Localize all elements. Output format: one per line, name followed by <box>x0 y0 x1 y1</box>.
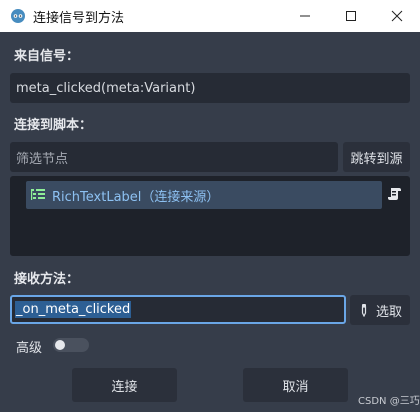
connect-button[interactable]: 连接 <box>72 368 177 402</box>
signal-label: 来自信号： <box>14 49 80 64</box>
script-label: 连接到脚本： <box>14 118 93 133</box>
jump-to-source-button[interactable]: 跳转到源 <box>343 142 410 172</box>
tree-item-label: RichTextLabel（连接来源） <box>52 190 220 205</box>
signal-field: meta_clicked(meta:Variant) <box>10 73 410 103</box>
advanced-toggle[interactable] <box>53 338 89 352</box>
maximize-button[interactable] <box>328 0 374 32</box>
watermark: CSDN @三巧 <box>358 396 420 407</box>
godot-app-icon <box>11 9 25 23</box>
title-bar: 连接信号到方法 <box>0 0 420 32</box>
receiver-method-input[interactable]: _on_meta_clicked <box>10 295 346 324</box>
pick-method-button[interactable]: 选取 <box>350 295 410 325</box>
maximize-icon <box>346 11 356 21</box>
window-title: 连接信号到方法 <box>33 11 125 26</box>
receiver-method-value: _on_meta_clicked <box>15 301 132 318</box>
node-tree[interactable]: RichTextLabel（连接来源） <box>10 176 410 256</box>
script-icon[interactable] <box>388 187 402 201</box>
tree-item-richtextlabel[interactable]: RichTextLabel（连接来源） <box>26 181 382 209</box>
cancel-button[interactable]: 取消 <box>243 368 348 402</box>
filter-nodes-placeholder: 筛选节点 <box>16 151 69 167</box>
close-button[interactable] <box>374 0 420 32</box>
richtextlabel-node-icon <box>31 189 45 200</box>
minimize-button[interactable] <box>282 0 328 32</box>
advanced-toggle-knob <box>55 340 65 350</box>
signal-value: meta_clicked(meta:Variant) <box>16 80 196 96</box>
close-icon <box>391 10 403 22</box>
minimize-icon <box>300 15 310 17</box>
advanced-label: 高级 <box>16 341 43 356</box>
eyedropper-icon <box>361 304 367 317</box>
pick-method-label: 选取 <box>375 304 402 320</box>
filter-nodes-input[interactable]: 筛选节点 <box>10 142 338 172</box>
method-label: 接收方法： <box>14 272 80 287</box>
